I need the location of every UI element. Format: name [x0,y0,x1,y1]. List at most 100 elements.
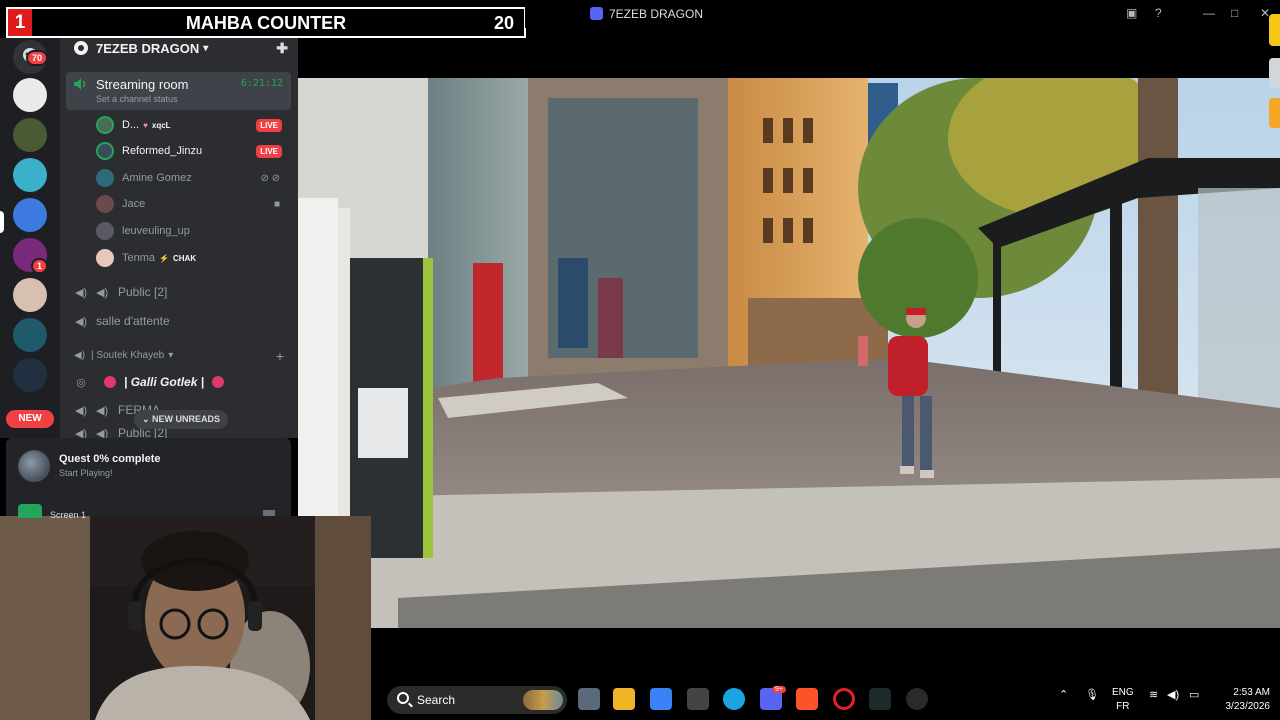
category-name: | Soutek Khayeb [91,350,165,361]
muted-deafened-icon: ⊘ ⊘ [260,172,280,184]
taskbar: Search 9+ ⌃ 🎙 ENG FR ≋ ◀) ▭ 2:53 AM 3/23… [371,680,1280,720]
discord-badge: 9+ [772,686,786,693]
file-explorer-icon[interactable] [613,688,635,710]
voice-user-name: D... [122,119,140,131]
channel-partial[interactable]: ◀) ◀) Public [2] [74,428,294,438]
voice-user[interactable]: Reformed_Jinzu LIVE [96,140,290,162]
category-soutek-khayeb[interactable]: ◀) | Soutek Khayeb ▾ + [74,348,284,364]
voice-timer: 6:21:12 [240,78,283,89]
inbox-icon[interactable]: ▣ [1126,6,1137,20]
channel-public[interactable]: ◀) ◀) Public [2] [74,282,294,302]
lightning-icon: ⚡ [159,253,169,263]
edge-widget-1 [1269,14,1280,46]
search-highlight-icon [523,690,563,710]
task-view-icon[interactable] [578,688,600,710]
voice-speaker-icon: ◀) [74,315,88,328]
voice-user[interactable]: Amine Gomez ⊘ ⊘ [96,167,290,189]
speaker-icon: ◀) [74,350,86,361]
app-cube-icon[interactable] [687,688,709,710]
wifi-icon[interactable]: ≋ [1149,688,1158,701]
channel-name: salle d'attente [96,314,170,328]
quest-panel[interactable]: Quest 0% complete Start Playing! [6,438,291,494]
channel-sidebar: 7EZEB DRAGON ▾ ✚ Streaming room Set a ch… [60,38,298,438]
chevron-down-icon: ▾ [203,42,209,54]
search-icon [397,692,409,704]
server-icon-avatar8[interactable] [13,358,47,392]
microphone-icon[interactable]: 🎙 [1085,688,1099,701]
screen: { "window": { "title": "7EZEB DRAGON" },… [0,0,1280,720]
terminal-icon[interactable] [869,688,891,710]
server-icon-avatar3[interactable] [13,158,47,192]
close-icon[interactable] [263,510,275,516]
voice-speaker-icon [74,78,86,90]
webcam-feed [0,516,371,720]
new-pill[interactable]: NEW [6,410,54,428]
camera-icon: ■ [273,198,280,210]
screen-share-panel: Screen 1 [6,494,291,520]
voice-speaker-icon: ◀) [74,428,88,438]
counter-number: 1 [8,9,32,36]
channel-galli-gotlek[interactable]: ◎ | Galli Gotlek | [74,372,294,392]
clock-time: 2:53 AM [1233,687,1270,698]
guild-icon [74,41,88,55]
language-primary: ENG [1112,687,1134,698]
window-title: 7EZEB DRAGON [609,7,704,21]
unread-badge: 1 [31,258,49,274]
obs-icon[interactable] [906,688,928,710]
quest-title: Quest 0% complete [59,453,161,465]
maximize-icon[interactable]: □ [1231,6,1238,20]
minimize-icon[interactable]: — [1203,6,1215,20]
microsoft-store-icon[interactable] [650,688,672,710]
channel-salle-attente[interactable]: ◀) salle d'attente [74,311,294,331]
channel-streaming-room[interactable]: Streaming room Set a channel status 6:21… [66,72,291,110]
voice-user[interactable]: Tenma ⚡ CHAK [96,247,290,269]
channel-name: Public [2] [118,428,168,438]
quest-subtitle: Start Playing! [59,468,113,478]
brave-browser-icon[interactable] [796,688,818,710]
server-icon-active[interactable] [13,198,47,232]
voice-user-name: Reformed_Jinzu [122,145,203,157]
new-unreads-button[interactable]: ⌄ NEW UNREADS [134,410,229,429]
add-channel-icon[interactable]: + [276,348,284,364]
taskbar-search[interactable]: Search [387,686,567,714]
avatar [96,222,114,240]
voice-speaker-icon: ◀) [74,286,88,299]
screen-share-label: Screen 1 [50,510,87,520]
pink-dot-icon [212,376,225,388]
server-icon-avatar6[interactable] [13,278,47,312]
system-clock[interactable]: 2:53 AM 3/23/2026 [1226,686,1271,714]
stage-icon: ◎ [76,376,86,389]
battery-icon[interactable]: ▭ [1189,688,1199,701]
webcam-scene [0,516,371,720]
new-unreads-label: NEW UNREADS [152,414,221,424]
volume-icon[interactable]: ◀) [1167,688,1179,701]
edge-browser-icon[interactable] [723,688,745,710]
channel-name: Streaming room [96,77,189,92]
guild-header[interactable]: 7EZEB DRAGON ▾ ✚ [60,38,298,58]
server-rail: 70 1 NEW [0,38,60,438]
voice-user[interactable]: leuveuling_up [96,220,290,242]
server-icon-avatar1[interactable] [13,78,47,112]
voice-user-name: leuveuling_up [122,225,190,237]
server-icon-avatar7[interactable] [13,318,47,352]
clock-date: 3/23/2026 [1225,701,1271,712]
voice-user[interactable]: D... ♥ xqcL LIVE [96,114,290,136]
channel-status[interactable]: Set a channel status [96,94,178,104]
server-icon-avatar2[interactable] [13,118,47,152]
avatar [96,116,114,134]
avatar [96,169,114,187]
counter-value: 20 [493,13,514,33]
help-icon[interactable]: ? [1155,6,1162,20]
stream-video[interactable] [298,78,1280,628]
add-member-icon[interactable]: ✚ [276,40,288,57]
tray-chevron-up-icon[interactable]: ⌃ [1059,688,1068,701]
live-badge: LIVE [256,118,282,132]
heart-icon: ♥ [143,120,148,130]
avatar [96,142,114,160]
opera-browser-icon[interactable] [833,688,855,710]
language-indicator[interactable]: ENG FR [1112,686,1134,714]
edge-widget-3 [1269,98,1280,128]
chevron-down-icon: ⌄ [142,414,153,424]
voice-user[interactable]: Jace ■ [96,193,290,215]
voice-user-name: Tenma [122,252,156,264]
